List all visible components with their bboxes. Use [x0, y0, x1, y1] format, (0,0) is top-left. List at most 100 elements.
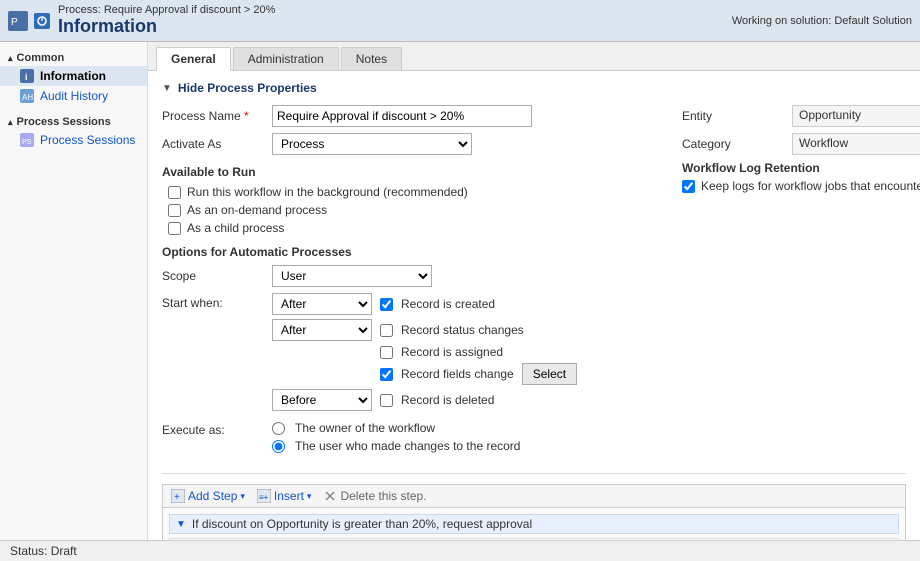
record-created-label: Record is created: [401, 297, 495, 311]
execute-user-radio[interactable]: [272, 440, 285, 453]
sidebar-item-information[interactable]: i Information: [0, 66, 147, 86]
svg-text:+: +: [174, 492, 180, 503]
add-step-icon: +: [171, 489, 185, 503]
delete-step-button[interactable]: Delete this step.: [323, 489, 426, 503]
svg-text:AH: AH: [22, 93, 33, 102]
status-bar: Status: Draft: [0, 540, 920, 561]
entity-row: Entity Opportunity: [682, 105, 920, 127]
info-icon: i: [20, 69, 34, 83]
on-demand-checkbox[interactable]: [168, 204, 181, 217]
child-process-checkbox[interactable]: [168, 222, 181, 235]
hide-process-properties-header[interactable]: ▼ Hide Process Properties: [162, 81, 906, 95]
child-process-row: As a child process: [168, 221, 642, 235]
start-when-row-2: Record is assigned: [272, 345, 577, 359]
tab-administration[interactable]: Administration: [233, 47, 339, 70]
record-deleted-checkbox[interactable]: [380, 394, 393, 407]
execute-user-row: The user who made changes to the record: [272, 439, 520, 453]
tab-notes[interactable]: Notes: [341, 47, 402, 70]
start-when-row-4: Before After Record is deleted: [272, 389, 577, 411]
process-name-input[interactable]: [272, 105, 532, 127]
form-divider: [162, 473, 906, 474]
record-assigned-label: Record is assigned: [401, 345, 503, 359]
sidebar-item-audit-history[interactable]: AH Audit History: [0, 86, 147, 106]
category-label: Category: [682, 137, 792, 151]
process-subtitle: Process: Require Approval if discount > …: [58, 4, 275, 16]
section-toggle-icon: ▼: [162, 83, 172, 94]
execute-as-options: The owner of the workflow The user who m…: [272, 421, 520, 457]
start-when-container: Start when: After Record is created: [162, 293, 642, 415]
start-when-dropdown-4[interactable]: Before After: [272, 389, 372, 411]
execute-as-row: Execute as: The owner of the workflow Th…: [162, 421, 642, 457]
on-demand-row: As an on-demand process: [168, 203, 642, 217]
svg-text:≡+: ≡+: [259, 493, 269, 502]
keep-logs-checkbox[interactable]: [682, 180, 695, 193]
sidebar-item-process-sessions[interactable]: PS Process Sessions: [0, 130, 147, 150]
record-fields-checkbox[interactable]: [380, 368, 393, 381]
category-value: Workflow: [792, 133, 920, 155]
record-status-checkbox[interactable]: [380, 324, 393, 337]
condition-header-row: ▼ If discount on Opportunity is greater …: [169, 514, 899, 534]
start-when-row-3: Record fields change Select: [272, 363, 577, 385]
tab-general[interactable]: General: [156, 47, 231, 71]
add-step-label: Add Step: [188, 489, 237, 503]
activate-as-row: Activate As Process Template: [162, 133, 642, 155]
start-when-dropdown-0[interactable]: After: [272, 293, 372, 315]
available-to-run-group: Run this workflow in the background (rec…: [168, 185, 642, 235]
steps-area: ▼ If discount on Opportunity is greater …: [162, 508, 906, 540]
select-fields-button[interactable]: Select: [522, 363, 577, 385]
start-when-row-0: After Record is created: [272, 293, 577, 315]
add-step-button[interactable]: + Add Step ▾: [171, 489, 245, 503]
insert-button[interactable]: ≡+ Insert ▾: [257, 489, 312, 503]
form-col-right: Entity Opportunity Category Workflow Wor…: [682, 105, 920, 463]
delete-icon: [323, 489, 337, 503]
record-deleted-label: Record is deleted: [401, 393, 494, 407]
record-created-checkbox[interactable]: [380, 298, 393, 311]
process-icon: P: [8, 11, 50, 31]
options-title: Options for Automatic Processes: [162, 245, 642, 259]
app-container: P Process: Require Approval if discount …: [0, 0, 920, 561]
execute-user-label: The user who made changes to the record: [295, 439, 520, 453]
svg-text:P: P: [11, 17, 18, 28]
sidebar-info-label: Information: [40, 69, 106, 83]
tab-strip: General Administration Notes: [148, 42, 920, 71]
form-col-left: Process Name Activate As Process Templat…: [162, 105, 642, 463]
process-name-row: Process Name: [162, 105, 642, 127]
sidebar: Common i Information AH Audit History Pr…: [0, 42, 148, 540]
execute-owner-radio[interactable]: [272, 422, 285, 435]
entity-value: Opportunity: [792, 105, 920, 127]
insert-icon: ≡+: [257, 489, 271, 503]
header-left: P Process: Require Approval if discount …: [8, 4, 275, 37]
sidebar-audit-label: Audit History: [40, 89, 108, 103]
execute-as-label: Execute as:: [162, 421, 272, 437]
execute-owner-label: The owner of the workflow: [295, 421, 435, 435]
start-when-label: Start when:: [162, 293, 272, 310]
top-header: P Process: Require Approval if discount …: [0, 0, 920, 42]
child-process-label: As a child process: [187, 221, 284, 235]
scope-row: Scope User Business Unit Parent: Child B…: [162, 265, 642, 287]
audit-icon: AH: [20, 89, 34, 103]
run-background-label: Run this workflow in the background (rec…: [187, 185, 468, 199]
on-demand-label: As an on-demand process: [187, 203, 327, 217]
record-assigned-checkbox[interactable]: [380, 346, 393, 359]
page-title: Information: [58, 16, 275, 37]
sidebar-section-common: Common: [0, 48, 147, 66]
scope-dropdown[interactable]: User Business Unit Parent: Child Busines…: [272, 265, 432, 287]
content-area: General Administration Notes ▼ Hide Proc…: [148, 42, 920, 540]
svg-text:i: i: [25, 72, 28, 82]
header-right: Working on solution: Default Solution: [732, 15, 912, 27]
sidebar-section-process-sessions: Process Sessions: [0, 112, 147, 130]
execute-owner-row: The owner of the workflow: [272, 421, 520, 435]
step-toggle-icon[interactable]: ▼: [176, 519, 186, 530]
activate-as-dropdown[interactable]: Process Template: [272, 133, 472, 155]
process-logo-icon: P: [8, 11, 28, 31]
keep-logs-label: Keep logs for workflow jobs that encount…: [701, 179, 920, 193]
delete-step-label: Delete this step.: [340, 489, 426, 503]
status-label: Status: Draft: [10, 544, 77, 558]
svg-text:PS: PS: [22, 139, 32, 146]
step-toolbar: + Add Step ▾ ≡+ Insert ▾: [162, 484, 906, 508]
start-when-dropdown-1[interactable]: After: [272, 319, 372, 341]
entity-label: Entity: [682, 109, 792, 123]
run-background-checkbox[interactable]: [168, 186, 181, 199]
retention-title: Workflow Log Retention: [682, 161, 920, 175]
form-area: ▼ Hide Process Properties Process Name: [148, 71, 920, 540]
